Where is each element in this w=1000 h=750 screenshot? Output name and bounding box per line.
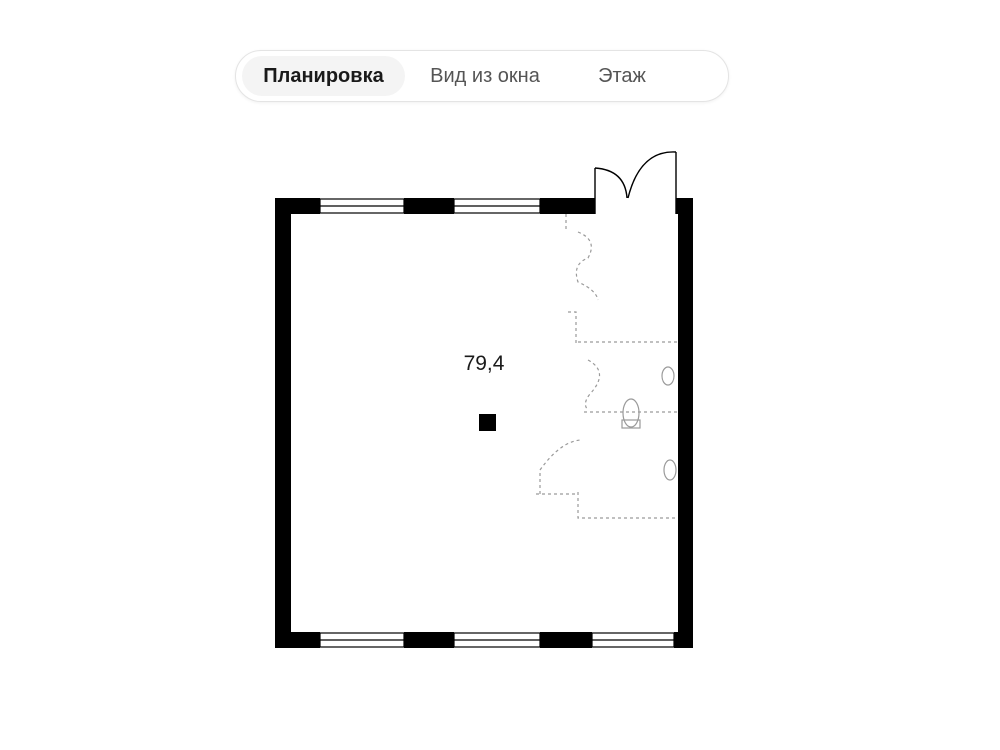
room-area-label: 79,4 [463, 352, 505, 375]
sink-icon [661, 366, 675, 386]
window-bottom-2 [453, 632, 541, 648]
toilet-2-icon [663, 459, 677, 481]
window-bottom-1 [319, 632, 405, 648]
wall-top-pier-2 [540, 198, 595, 214]
wall-bottom-pier-1 [404, 632, 454, 648]
wall-right [678, 198, 693, 648]
wall-bottom-left [275, 632, 320, 648]
bathroom-fixtures [621, 366, 677, 481]
toilet-icon [622, 398, 640, 428]
wall-bottom-pier-2 [540, 632, 592, 648]
window-bottom-3 [591, 632, 675, 648]
window-top-1 [319, 198, 405, 214]
wall-top-pier-1 [404, 198, 454, 214]
window-top-2 [453, 198, 541, 214]
windows [319, 198, 675, 648]
wall-top-left [275, 198, 320, 214]
interior-partitions [536, 214, 678, 519]
entrance-door [594, 151, 677, 214]
wall-bottom-right [674, 632, 693, 648]
wall-left [275, 198, 291, 648]
pillar [479, 414, 496, 431]
